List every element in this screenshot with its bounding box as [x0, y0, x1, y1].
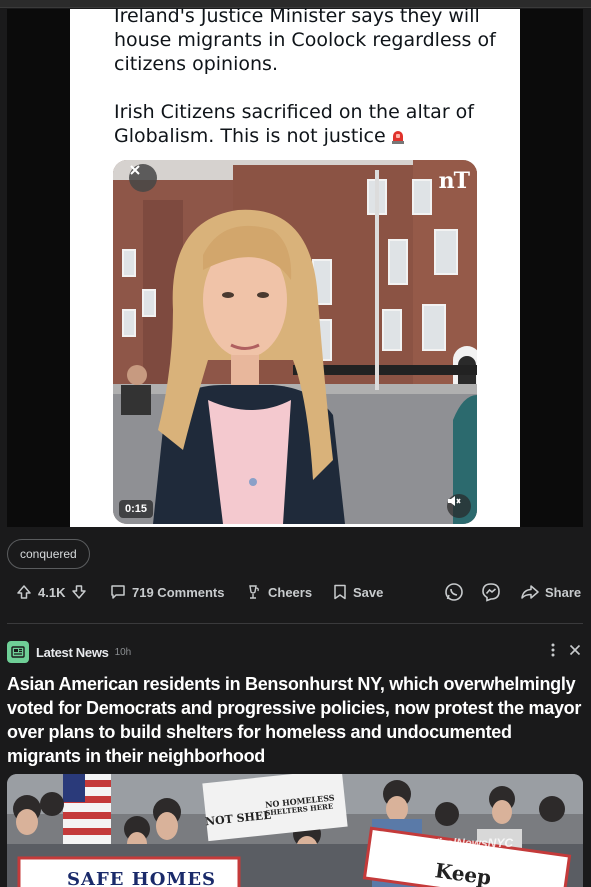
more-options-icon[interactable] — [551, 643, 555, 657]
video-frame — [113, 160, 477, 524]
post-time: 10h — [114, 646, 132, 658]
save-button[interactable]: Save — [333, 578, 383, 606]
messenger-share-button[interactable] — [481, 578, 501, 606]
sign-left-text: SAFE HOMES — [67, 869, 217, 887]
share-label: Share — [545, 584, 582, 600]
post-divider — [7, 623, 583, 624]
vote-count: 4.1K — [38, 584, 66, 600]
subreddit-avatar[interactable] — [7, 641, 29, 663]
siren-icon — [391, 131, 404, 144]
muted-speaker-icon — [448, 496, 461, 506]
comments-label: 719 Comments — [132, 584, 225, 600]
vote-group: 4.1K — [16, 578, 87, 606]
post-image[interactable]: SAFE HOMES NO HOMELESS SHELTERS HERE NOT… — [7, 774, 583, 887]
save-label: Save — [353, 584, 384, 600]
post-title[interactable]: Asian American residents in Bensonhurst … — [7, 672, 587, 768]
video-logo: nT — [438, 168, 470, 194]
cheers-label: Cheers — [268, 584, 313, 600]
downvote-icon[interactable] — [71, 584, 87, 600]
whatsapp-icon — [445, 583, 463, 601]
comments-button[interactable]: 719 Comments — [110, 578, 224, 606]
tweet-text: Ireland's Justice Minister says they wil… — [114, 4, 514, 148]
tweet-paragraph-1: Ireland's Justice Minister says they wil… — [114, 5, 496, 75]
video-player[interactable]: nT 0:15 — [113, 160, 477, 524]
messenger-icon — [482, 583, 500, 602]
cheers-button[interactable]: Cheers — [246, 578, 312, 606]
close-icon — [130, 165, 140, 175]
close-icon[interactable] — [569, 644, 581, 656]
mute-button[interactable] — [447, 494, 471, 518]
comment-icon — [111, 585, 125, 599]
video-duration: 0:15 — [119, 500, 154, 518]
tweet-paragraph-2: Irish Citizens sacrificed on the altar o… — [114, 101, 474, 147]
cheers-icon — [249, 585, 259, 599]
post-header: Latest News 10h — [7, 640, 583, 664]
post-flair[interactable]: conquered — [7, 539, 90, 569]
image-watermark: @ViralNewsNYC — [419, 836, 513, 850]
subreddit-name[interactable]: Latest News — [36, 645, 109, 660]
newspaper-icon — [11, 646, 25, 658]
upvote-icon[interactable] — [16, 584, 32, 600]
bookmark-icon — [334, 584, 346, 600]
post-action-bar: 4.1K 719 Comments Cheers Save Share — [0, 578, 591, 606]
share-arrow-icon — [521, 585, 539, 599]
close-video-button[interactable] — [129, 164, 157, 192]
share-button[interactable]: Share — [521, 578, 581, 606]
whatsapp-share-button[interactable] — [444, 578, 464, 606]
